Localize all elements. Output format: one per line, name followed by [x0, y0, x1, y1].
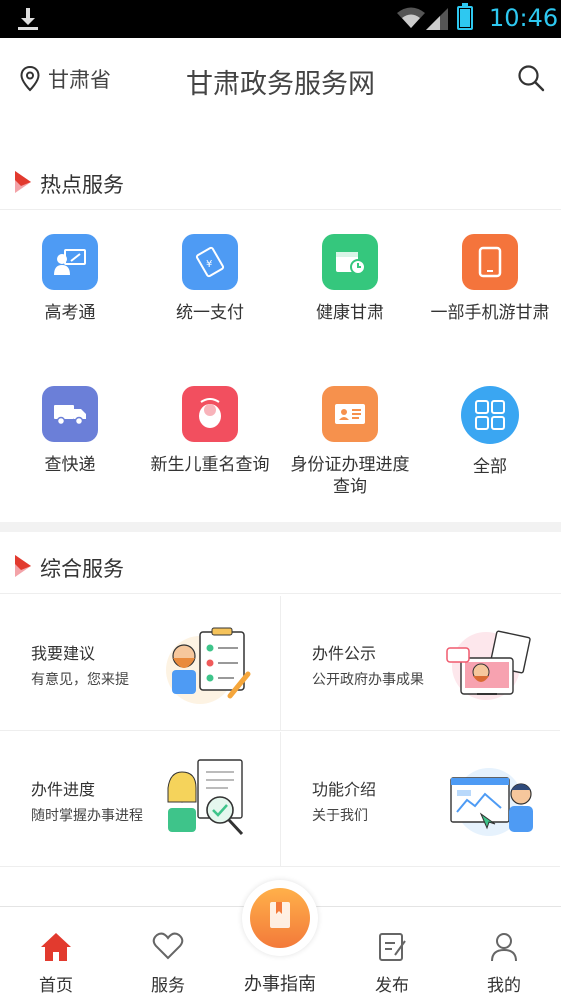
suggestion-illustration-icon	[166, 627, 251, 704]
home-icon	[41, 933, 71, 961]
service-label: 一部手机游甘肃	[430, 303, 550, 323]
card-publicity[interactable]: 办件公示 公开政府办事成果	[280, 596, 560, 731]
guide-book-icon	[250, 888, 310, 948]
service-label: 新生儿重名查询	[150, 455, 270, 475]
tablet-icon	[462, 234, 518, 290]
tab-label: 服务	[151, 976, 185, 996]
progress-illustration-icon	[167, 759, 244, 836]
service-payment[interactable]: ¥ 统一支付	[140, 234, 280, 324]
clock: 10:46	[489, 4, 559, 32]
tab-guide-label[interactable]: 办事指南	[224, 970, 336, 996]
section-title: 综合服务	[40, 557, 124, 581]
calendar-clock-icon	[322, 234, 378, 290]
section-divider	[0, 522, 561, 532]
edit-doc-icon	[379, 933, 406, 961]
service-all[interactable]: 全部	[420, 386, 560, 478]
service-mobile-tour[interactable]: 一部手机游甘肃	[420, 234, 560, 324]
hot-services-header: 热点服务	[0, 156, 561, 210]
service-label: 身份证办理进度查询	[290, 455, 410, 497]
guide-button[interactable]	[242, 880, 318, 956]
svg-text:¥: ¥	[206, 259, 212, 270]
tab-services[interactable]: 服务	[112, 907, 224, 999]
card-desc: 随时掌握办事进程	[31, 808, 143, 824]
card-desc: 有意见，您来提	[31, 672, 129, 688]
service-label: 统一支付	[176, 303, 244, 323]
tab-label: 首页	[39, 976, 73, 996]
signal-icon	[426, 8, 448, 30]
search-icon[interactable]	[517, 64, 545, 92]
hot-services-grid: 高考通 ¥ 统一支付 健康甘肃 一部手机游甘肃 查快递 新生儿重名查询 身份证办…	[0, 212, 561, 520]
student-board-icon	[42, 234, 98, 290]
tab-publish[interactable]: 发布	[336, 907, 448, 999]
tab-label: 发布	[375, 976, 409, 996]
service-label: 查快递	[44, 455, 96, 475]
service-label: 健康甘肃	[316, 303, 384, 323]
service-newborn-name[interactable]: 新生儿重名查询	[140, 386, 280, 476]
tab-label: 我的	[487, 976, 521, 996]
section-title: 热点服务	[40, 173, 124, 197]
download-icon	[18, 8, 38, 30]
card-title: 功能介绍	[312, 780, 377, 799]
service-label: 全部	[473, 457, 507, 477]
card-progress[interactable]: 办件进度 随时掌握办事进程	[0, 732, 280, 867]
card-suggestion[interactable]: 我要建议 有意见，您来提	[0, 596, 280, 731]
publicity-illustration-icon	[446, 630, 531, 700]
grid-all-icon	[461, 386, 519, 444]
payment-card-icon: ¥	[182, 234, 238, 290]
truck-icon	[42, 386, 98, 442]
tab-mine[interactable]: 我的	[448, 907, 560, 999]
section-flag-icon	[15, 555, 31, 577]
card-desc: 关于我们	[312, 808, 368, 824]
general-services-header: 综合服务	[0, 540, 561, 594]
card-about[interactable]: 功能介绍 关于我们	[280, 732, 560, 867]
user-icon	[491, 933, 517, 962]
service-gaokao[interactable]: 高考通	[0, 234, 140, 324]
section-flag-icon	[15, 171, 31, 193]
baby-icon	[182, 386, 238, 442]
card-title: 办件进度	[31, 780, 96, 799]
general-services-grid: 我要建议 有意见，您来提 办件公示 公开政府办事成果 办件进度 随时掌握办事进程…	[0, 596, 561, 868]
service-id-card[interactable]: 身份证办理进度查询	[280, 386, 420, 498]
service-label: 高考通	[44, 303, 96, 323]
card-desc: 公开政府办事成果	[312, 672, 424, 688]
service-express[interactable]: 查快递	[0, 386, 140, 476]
service-health[interactable]: 健康甘肃	[280, 234, 420, 324]
card-title: 办件公示	[312, 644, 377, 663]
battery-icon	[457, 3, 473, 30]
status-bar: 10:46	[0, 0, 561, 38]
about-illustration-icon	[450, 768, 533, 836]
tab-home[interactable]: 首页	[0, 907, 112, 999]
wifi-icon	[397, 7, 425, 28]
page-title: 甘肃政务服务网	[186, 69, 375, 100]
id-card-icon	[322, 386, 378, 442]
heart-icon	[152, 932, 184, 960]
card-title: 我要建议	[31, 644, 96, 663]
